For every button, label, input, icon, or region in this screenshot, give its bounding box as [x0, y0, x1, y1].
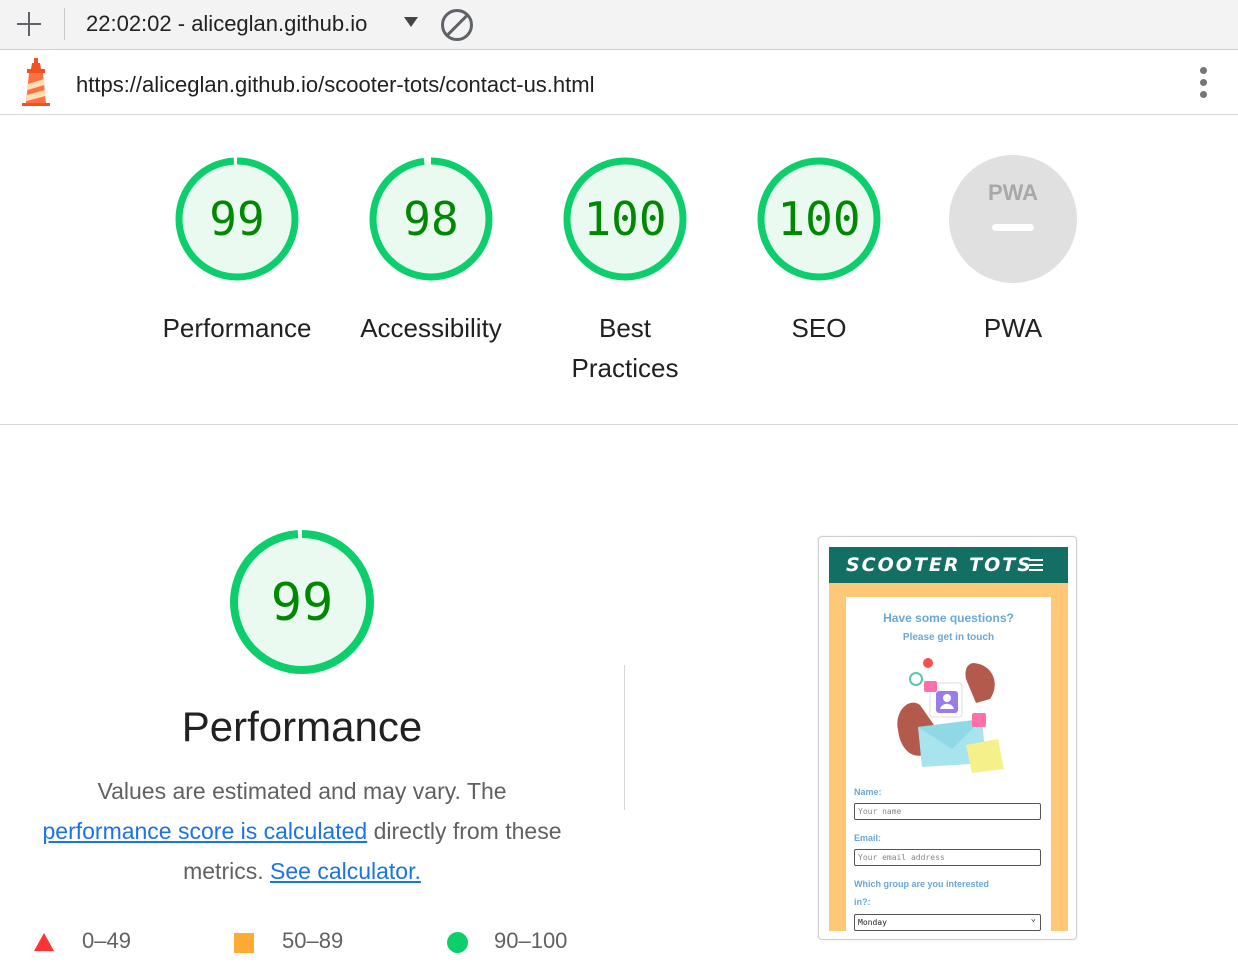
score-ring: 99	[230, 530, 374, 674]
see-calculator-link[interactable]: See calculator.	[270, 858, 421, 884]
desc-text-1: Values are estimated and may vary. The	[97, 778, 507, 804]
thumb-email-input: Your email address	[854, 849, 1041, 866]
thumb-name-input: Your name	[854, 803, 1041, 820]
performance-gauge-large: 99	[228, 528, 376, 676]
score-text: 99	[209, 192, 264, 246]
gauge-label: SEO	[791, 313, 847, 343]
gauge-accessibility[interactable]: 98 Accessibility	[356, 154, 506, 348]
dropdown-caret-icon[interactable]	[404, 17, 418, 27]
score-text: 100	[777, 192, 860, 246]
score-text: 99	[271, 573, 334, 633]
report-toolbar: 22:02:02 - aliceglan.github.io	[0, 0, 1238, 50]
gauge-label: PWA	[983, 313, 1043, 343]
legend-fail-range: 0–49	[82, 928, 131, 953]
thumb-group-label: Which group are you interested	[854, 879, 990, 889]
gauge-best-practices[interactable]: 100 Best Practices	[550, 154, 700, 388]
toolbar-separator	[64, 8, 65, 40]
thumb-brand-logo: SCOOTER TOTS	[846, 554, 1033, 576]
score-ring: 99	[175, 157, 299, 281]
score-text: 100	[583, 192, 666, 246]
performance-title: Performance	[181, 703, 423, 750]
gauge-pwa[interactable]: PWA PWA	[938, 154, 1088, 348]
pass-circle-icon	[447, 932, 468, 953]
fail-triangle-icon	[34, 933, 54, 951]
report-url-bar: https://aliceglan.github.io/scooter-tots…	[0, 51, 1238, 115]
pwa-badge-text: PWA	[988, 180, 1038, 205]
score-calculated-link[interactable]: performance score is calculated	[42, 818, 367, 844]
thumb-heading: Have some questions?	[883, 611, 1014, 625]
thumb-page-body: Have some questions? Please get in touch…	[829, 583, 1068, 931]
score-ring: 100	[757, 157, 881, 281]
report-session-select[interactable]: 22:02:02 - aliceglan.github.io	[86, 11, 367, 37]
legend-pass-range: 90–100	[494, 928, 568, 953]
gauge-label: Accessibility	[360, 313, 502, 343]
thumb-group-label-2: in?:	[854, 897, 871, 907]
thumb-subheading: Please get in touch	[902, 632, 995, 643]
thumb-group-select: Monday	[854, 914, 1041, 931]
final-screenshot-thumbnail[interactable]: SCOOTER TOTS Have some questions? Please…	[818, 536, 1077, 940]
performance-description: Values are estimated and may vary. The p…	[20, 771, 584, 891]
score-ring: 98	[369, 157, 493, 281]
score-ring: 100	[563, 157, 687, 281]
average-square-icon	[234, 933, 254, 953]
more-options-icon[interactable]	[1194, 66, 1214, 100]
thumb-navbar: SCOOTER TOTS	[829, 547, 1068, 583]
gauge-label: Best Practices	[571, 313, 679, 383]
thumb-name-label: Name:	[854, 787, 882, 797]
pwa-badge-icon: PWA	[949, 155, 1077, 283]
thumb-email-label: Email:	[854, 833, 882, 843]
thumb-contact-card: Have some questions? Please get in touch…	[846, 597, 1051, 931]
new-run-plus-icon[interactable]	[14, 8, 44, 40]
gauge-label: Performance	[162, 313, 312, 343]
vertical-divider	[624, 665, 625, 810]
score-text: 98	[403, 192, 458, 246]
lighthouse-logo-icon	[22, 58, 50, 106]
gauge-performance[interactable]: 99 Performance	[162, 154, 312, 348]
legend-average-range: 50–89	[282, 928, 344, 953]
hamburger-menu-icon	[1029, 559, 1043, 571]
section-divider	[0, 424, 1238, 425]
gauge-seo[interactable]: 100 SEO	[744, 154, 894, 348]
clear-block-icon[interactable]	[441, 9, 473, 41]
audited-url: https://aliceglan.github.io/scooter-tots…	[76, 72, 595, 97]
mail-illustration-icon	[897, 658, 1004, 773]
